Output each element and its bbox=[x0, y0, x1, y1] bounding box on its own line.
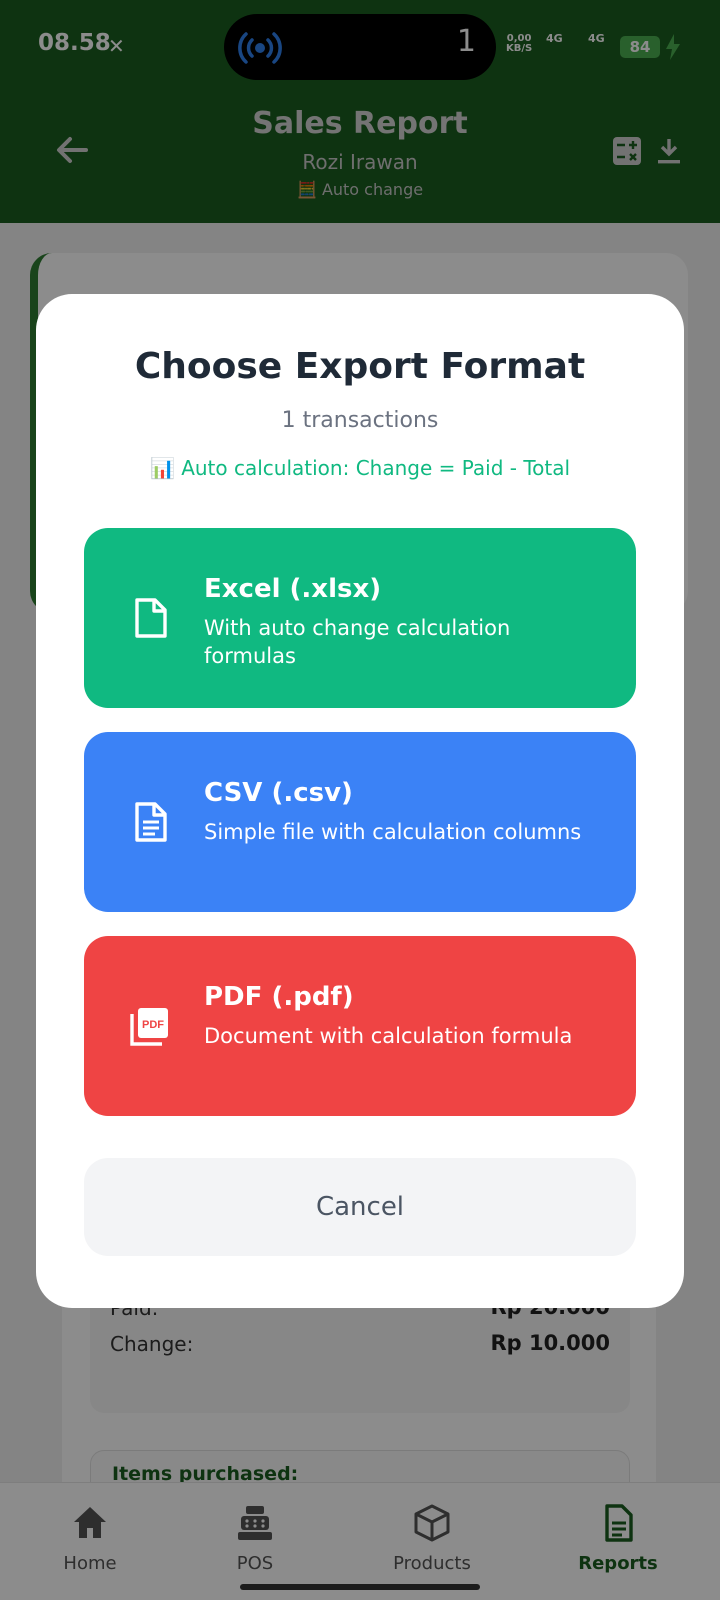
option-title: Excel (.xlsx) bbox=[204, 574, 382, 604]
transaction-count: 1 transactions bbox=[281, 408, 439, 433]
pdf-icon: PDF bbox=[130, 1008, 168, 1046]
calculation-note: 📊 Auto calculation: Change = Paid - Tota… bbox=[149, 456, 571, 480]
option-description: Simple file with calculation columns bbox=[204, 820, 582, 844]
svg-text:PDF: PDF bbox=[142, 1019, 164, 1031]
pdf-export-button[interactable]: PDF PDF (.pdf) Document with calculation… bbox=[84, 936, 636, 1116]
option-title: PDF (.pdf) bbox=[204, 982, 354, 1012]
option-description: With auto change calculation formulas bbox=[204, 616, 511, 668]
document-lines-icon bbox=[135, 802, 167, 842]
dialog-title: Choose Export Format bbox=[134, 346, 586, 387]
option-title: CSV (.csv) bbox=[204, 778, 353, 808]
csv-export-button[interactable]: CSV (.csv) Simple file with calculation … bbox=[84, 732, 636, 912]
cancel-button[interactable]: Cancel bbox=[84, 1158, 636, 1256]
option-description: Document with calculation formula bbox=[204, 1024, 573, 1048]
export-format-dialog: Choose Export Format 1 transactions 📊 Au… bbox=[36, 294, 684, 1308]
file-icon bbox=[135, 598, 167, 638]
excel-export-button[interactable]: Excel (.xlsx) With auto change calculati… bbox=[84, 528, 636, 708]
